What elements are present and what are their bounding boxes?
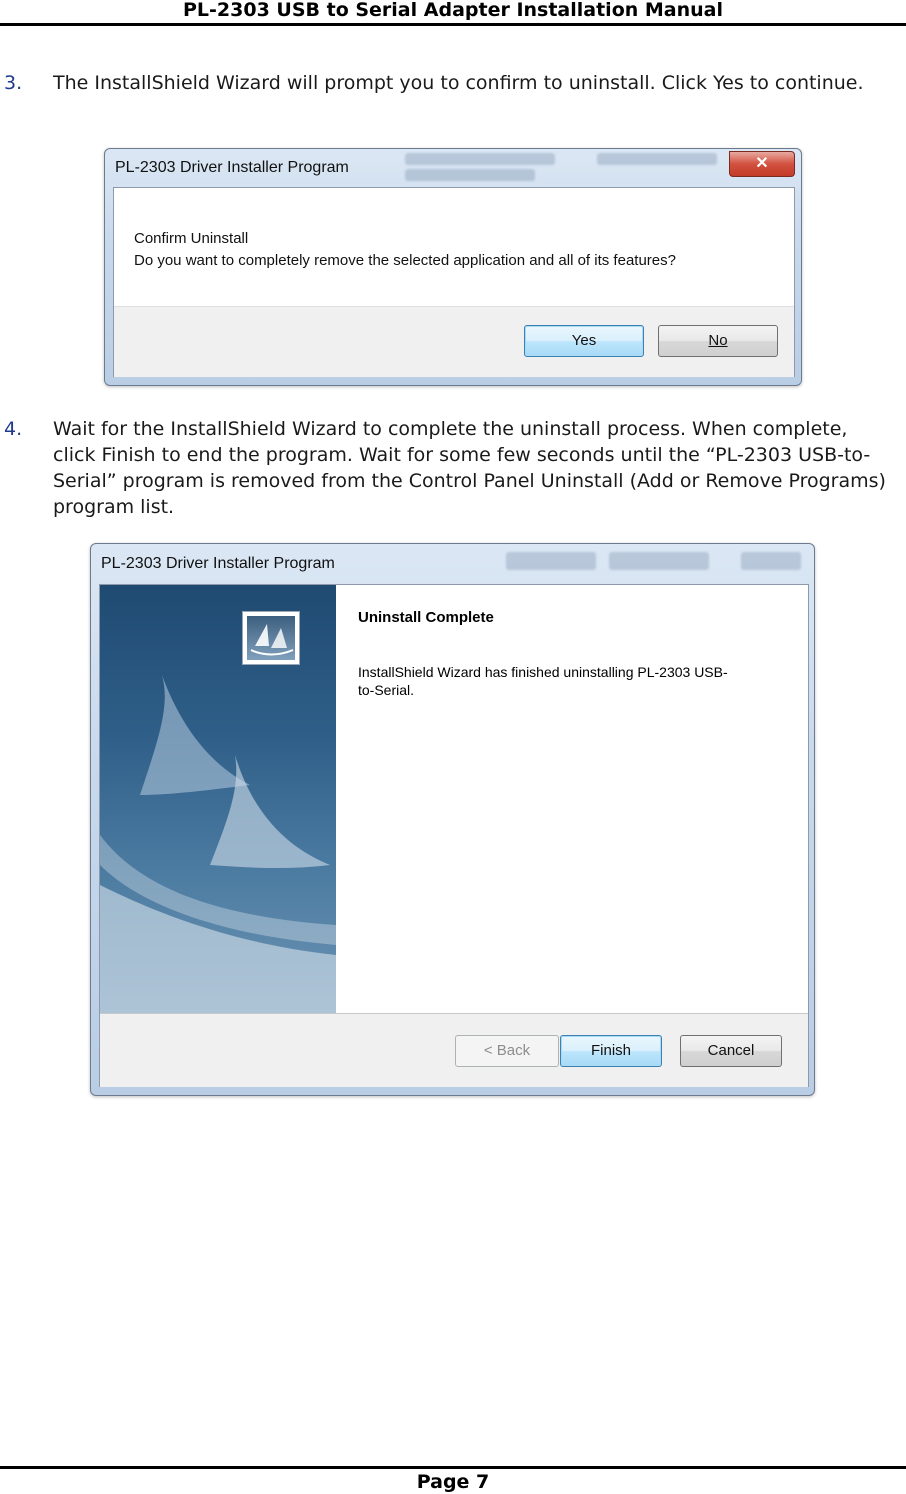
document-title: PL-2303 USB to Serial Adapter Installati… [182,0,723,21]
background-blur [597,153,717,165]
installshield-logo [242,611,300,665]
dialog-heading: Confirm Uninstall [134,230,249,247]
dialog-title: PL-2303 Driver Installer Program [101,555,335,572]
step-number: 4. [4,418,23,440]
close-button[interactable]: ✕ [729,151,795,177]
sail-graphic [100,675,336,1013]
page-header: PL-2303 USB to Serial Adapter Installati… [0,0,906,26]
step-number: 3. [4,72,23,94]
page-number: Page 7 [416,1471,490,1493]
background-blur [741,552,801,570]
no-button[interactable]: No [658,325,778,357]
background-blur [405,169,535,181]
cancel-button[interactable]: Cancel [680,1035,782,1067]
background-blur [506,552,596,570]
page-footer: Page 7 [0,1466,906,1493]
background-blur [609,552,709,570]
wave-shape [100,885,336,1013]
dialog-client-area: Uninstall Complete InstallShield Wizard … [99,584,809,1087]
wizard-side-panel [100,585,336,1013]
dialog-heading: Uninstall Complete [358,609,494,626]
dialog-title: PL-2303 Driver Installer Program [115,159,349,176]
dialog-button-bar: < Back Finish Cancel [100,1013,808,1087]
dialog-client-area: Confirm Uninstall Do you want to complet… [113,187,795,377]
step-text: Wait for the InstallShield Wizard to com… [53,418,886,518]
finish-button[interactable]: Finish [560,1035,662,1067]
close-icon: ✕ [755,155,769,172]
no-button-label: No [708,332,728,349]
dialog-body: InstallShield Wizard has finished uninst… [358,664,728,698]
logo-icon [247,616,295,660]
sail-shape [140,675,250,795]
uninstall-complete-dialog: PL-2303 Driver Installer Program Uninsta… [90,543,815,1096]
back-button-label: < Back [483,1042,531,1059]
back-button[interactable]: < Back [455,1035,559,1067]
dialog-button-bar: Yes No [114,306,794,377]
step-text: The InstallShield Wizard will prompt you… [53,72,864,94]
confirm-uninstall-dialog: PL-2303 Driver Installer Program ✕ Confi… [104,148,802,386]
background-blur [405,153,555,165]
dialog-question: Do you want to completely remove the sel… [134,252,676,269]
yes-button[interactable]: Yes [524,325,644,357]
logo-sail-icon [250,624,294,656]
